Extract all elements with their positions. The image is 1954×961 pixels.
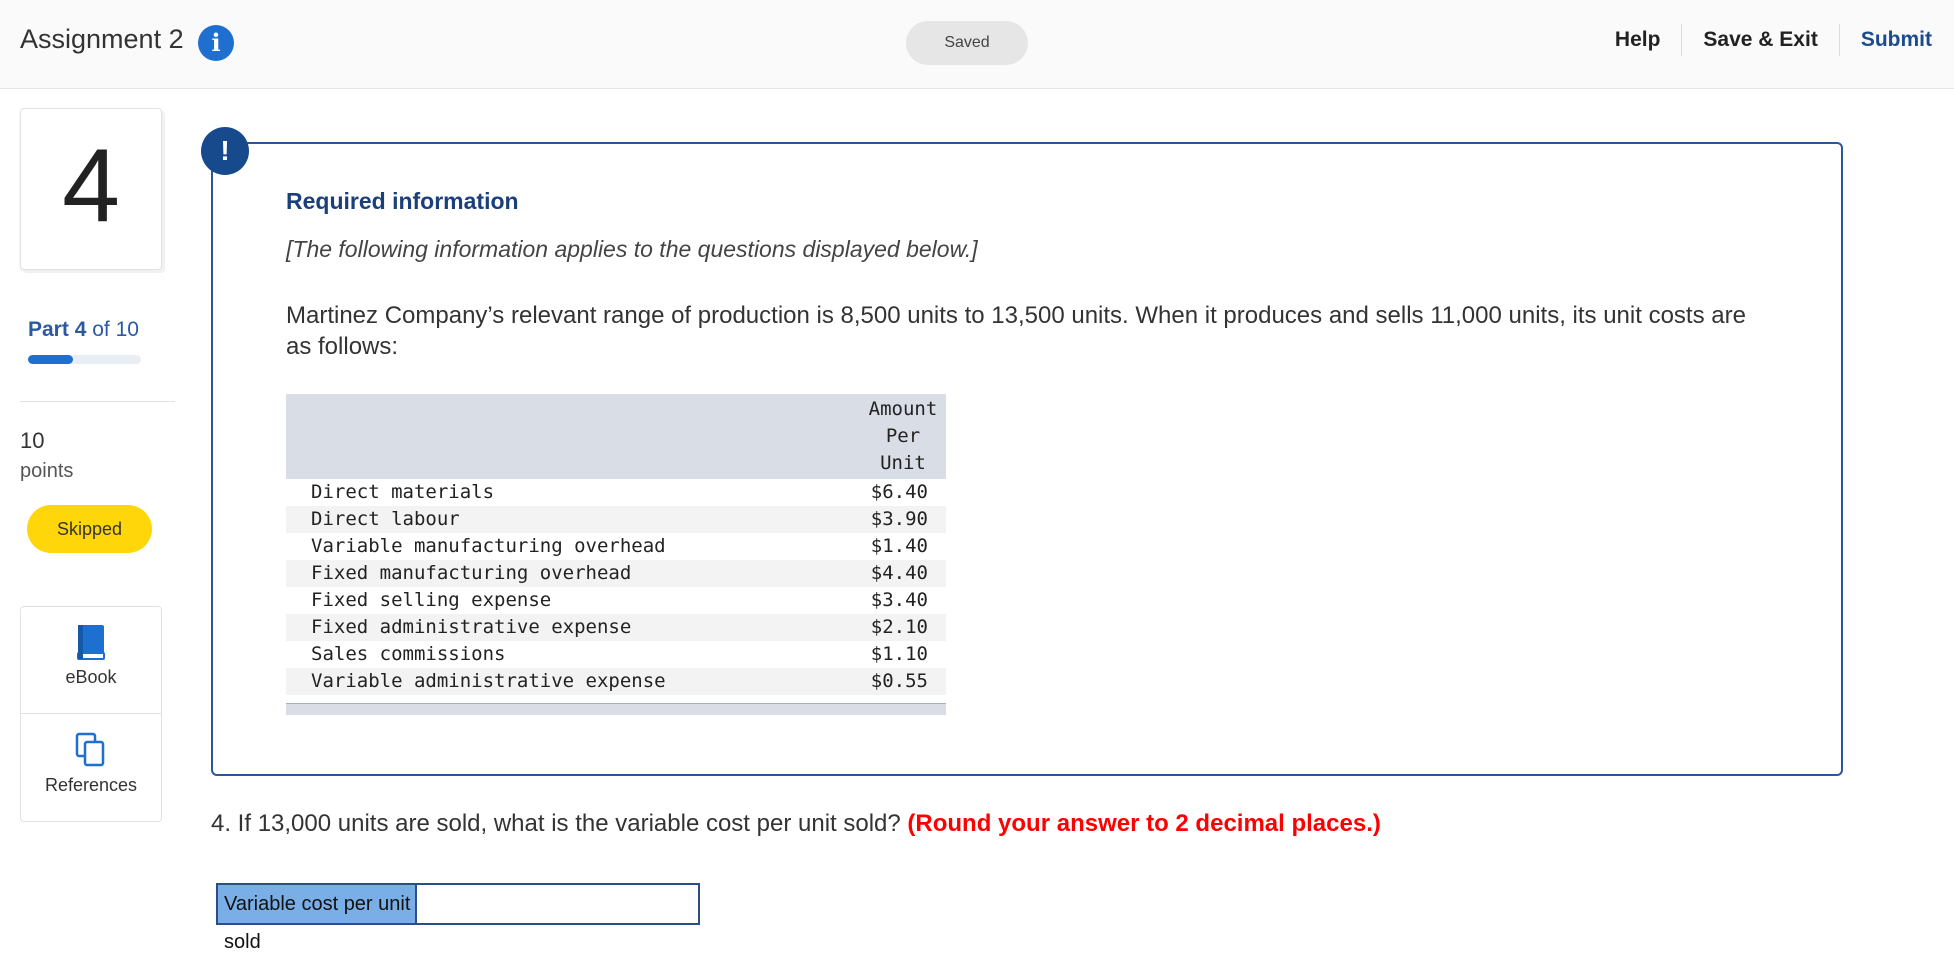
cost-item-amount: $4.40 xyxy=(808,560,946,587)
table-row: Variable administrative expense $0.55 xyxy=(286,668,946,695)
cost-item-amount: $2.10 xyxy=(808,614,946,641)
table-header-amount: Amount Per Unit xyxy=(808,394,946,479)
rail-divider xyxy=(20,401,175,402)
part-prefix: Part xyxy=(28,318,69,341)
saved-status: Saved xyxy=(906,21,1028,65)
answer-label: Variable cost per unit sold xyxy=(218,885,417,953)
table-row: Direct labour $3.90 xyxy=(286,506,946,533)
cost-item-amount: $3.40 xyxy=(870,589,928,611)
top-bar: Assignment 2 i Saved Help Save & Exit Su… xyxy=(0,0,1954,89)
unit-cost-table: Amount Per Unit Direct materials $6.40 Dir… xyxy=(286,394,946,695)
problem-statement: Martinez Company’s relevant range of pro… xyxy=(286,302,1746,360)
table-row: Direct materials $6.40 xyxy=(286,479,946,506)
submit-link[interactable]: Submit xyxy=(1840,24,1936,56)
part-current: 4 xyxy=(74,318,87,341)
question-prompt: 4. If 13,000 units are sold, what is the… xyxy=(211,810,1381,838)
cost-item-label: Variable manufacturing overhead xyxy=(311,535,666,557)
part-suffix: of 10 xyxy=(92,318,139,341)
table-row: Fixed selling expense $3.40 xyxy=(286,587,946,614)
assignment-title: Assignment 2 xyxy=(20,24,184,54)
required-info-heading: Required information xyxy=(286,188,519,214)
question-number: 4 xyxy=(62,128,120,244)
variable-cost-input[interactable] xyxy=(417,885,698,923)
cost-item-label: Fixed manufacturing overhead xyxy=(286,560,809,587)
question-text: 4. If 13,000 units are sold, what is the… xyxy=(211,810,901,837)
save-exit-link[interactable]: Save & Exit xyxy=(1682,24,1838,56)
cost-item-label: Sales commissions xyxy=(311,643,506,665)
references-label: References xyxy=(44,775,138,795)
part-progress-fill xyxy=(28,355,74,364)
tool-divider xyxy=(21,713,161,714)
table-header-row: Amount Per Unit xyxy=(286,394,946,479)
rounding-instruction: (Round your answer to 2 decimal places.) xyxy=(907,810,1381,837)
info-icon[interactable]: i xyxy=(198,25,234,61)
required-info-note: [The following information applies to th… xyxy=(286,236,978,262)
points-value: 10 xyxy=(20,428,45,453)
book-icon xyxy=(21,623,161,661)
references-button[interactable]: References xyxy=(21,731,161,796)
table-footer-bar xyxy=(286,703,946,715)
cost-item-amount: $0.55 xyxy=(808,668,946,695)
alert-icon: ! xyxy=(201,127,249,175)
status-badge: Skipped xyxy=(27,505,152,553)
table-row: Fixed administrative expense $2.10 xyxy=(286,614,946,641)
cost-item-amount: $1.10 xyxy=(870,643,928,665)
ebook-button[interactable]: eBook xyxy=(21,623,161,688)
points-label: points xyxy=(20,460,74,482)
ebook-label: eBook xyxy=(65,667,117,687)
answer-row: Variable cost per unit sold xyxy=(216,883,700,953)
cost-item-amount: $6.40 xyxy=(870,481,928,503)
question-number-card: 4 xyxy=(20,108,162,270)
cost-item-label: Direct materials xyxy=(311,481,495,503)
header-nav: Help Save & Exit Submit xyxy=(1594,24,1936,56)
cost-item-label: Direct labour xyxy=(286,506,809,533)
cost-item-label: Fixed selling expense xyxy=(311,589,552,611)
copy-pages-icon xyxy=(21,731,161,769)
table-row: Sales commissions $1.10 xyxy=(286,641,946,668)
table-header-blank xyxy=(286,394,809,479)
part-progress-bar xyxy=(28,355,141,364)
cost-item-label: Fixed administrative expense xyxy=(286,614,809,641)
resource-tools: eBook References xyxy=(20,606,162,822)
cost-item-amount: $3.90 xyxy=(808,506,946,533)
help-link[interactable]: Help xyxy=(1594,24,1682,56)
part-indicator: Part 4 of 10 xyxy=(28,318,139,342)
cost-item-label: Variable administrative expense xyxy=(286,668,809,695)
table-row: Fixed manufacturing overhead $4.40 xyxy=(286,560,946,587)
table-row: Variable manufacturing overhead $1.40 xyxy=(286,533,946,560)
cost-item-amount: $1.40 xyxy=(870,535,928,557)
